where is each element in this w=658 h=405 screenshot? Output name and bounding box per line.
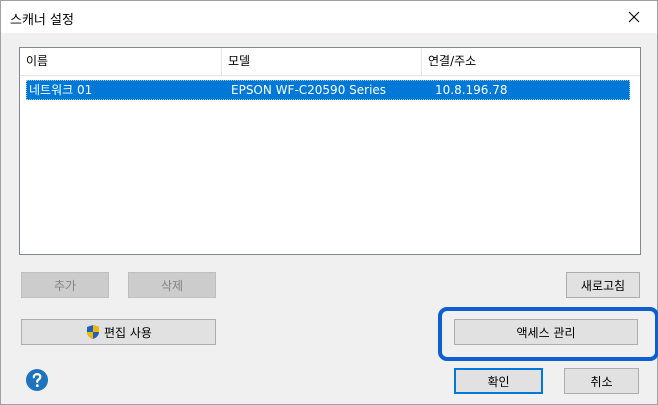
column-header-address[interactable]: 연결/주소 [422, 48, 640, 75]
list-header: 이름 모델 연결/주소 [20, 48, 640, 76]
uac-shield-icon [87, 325, 99, 339]
row-name: 네트워크 01 [29, 83, 93, 97]
row-address: 10.8.196.78 [435, 83, 508, 97]
help-icon[interactable] [25, 368, 49, 392]
list-row-selected[interactable]: 네트워크 01 EPSON WF-C20590 Series 10.8.196.… [26, 80, 630, 100]
refresh-button[interactable]: 새로고침 [566, 272, 640, 298]
close-button[interactable] [611, 1, 657, 33]
close-icon [628, 11, 640, 23]
ok-button[interactable]: 확인 [454, 368, 543, 394]
add-button[interactable]: 추가 [21, 272, 109, 298]
column-header-model[interactable]: 모델 [222, 48, 422, 75]
scanner-list[interactable]: 이름 모델 연결/주소 네트워크 01 EPSON WF-C20590 Seri… [19, 47, 641, 255]
title-bar: 스캐너 설정 [1, 1, 657, 33]
window-title: 스캐너 설정 [10, 13, 74, 28]
delete-button[interactable]: 삭제 [128, 272, 216, 298]
cancel-button[interactable]: 취소 [564, 368, 639, 394]
enable-edit-label: 편집 사용 [104, 325, 152, 340]
column-header-name[interactable]: 이름 [20, 48, 222, 75]
enable-edit-button[interactable]: 편집 사용 [21, 319, 216, 345]
row-model: EPSON WF-C20590 Series [231, 83, 387, 97]
scanner-settings-dialog: 스캐너 설정 이름 모델 연결/주소 네트워크 01 EPSON WF-C205… [0, 0, 658, 405]
access-management-button[interactable]: 액세스 관리 [454, 319, 638, 345]
